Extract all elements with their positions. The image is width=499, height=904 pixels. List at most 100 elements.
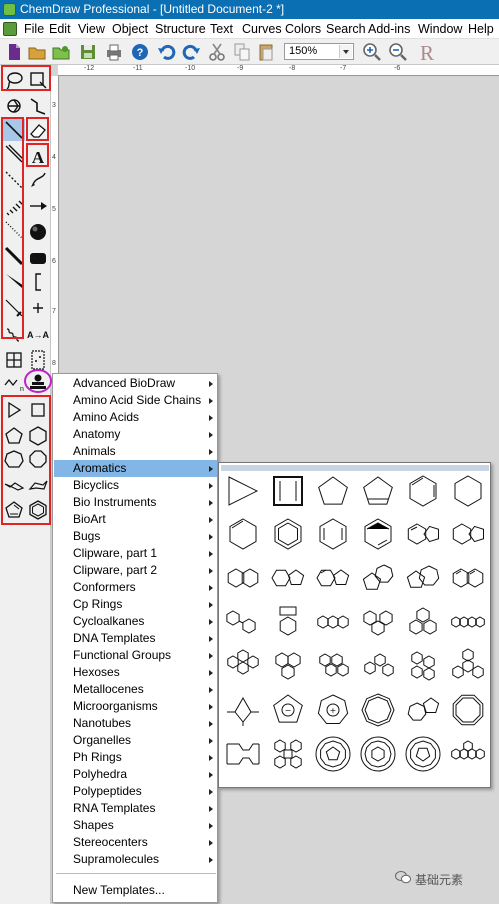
redo-icon[interactable] xyxy=(181,42,201,62)
eraser-icon[interactable] xyxy=(27,119,49,141)
dashed-bond-icon[interactable] xyxy=(3,169,25,191)
submenu-item-conformers[interactable]: Conformers xyxy=(54,579,217,596)
menu-curves[interactable]: Curves xyxy=(240,19,284,39)
aromatic-template-cell[interactable] xyxy=(403,602,443,642)
submenu-item-aromatics[interactable]: Aromatics xyxy=(54,460,217,477)
pen-tool-icon[interactable] xyxy=(27,169,49,191)
submenu-item-polyhedra[interactable]: Polyhedra xyxy=(54,766,217,783)
chain-tool-icon[interactable] xyxy=(27,95,49,117)
cyclohexane-chair-1-icon[interactable] xyxy=(3,475,25,497)
aromatic-template-cell[interactable] xyxy=(223,602,263,642)
open-templates-icon[interactable] xyxy=(51,42,71,62)
query-tool-icon[interactable]: n xyxy=(3,371,25,393)
aromatic-template-cell[interactable] xyxy=(358,690,398,730)
aromatic-template-cell[interactable] xyxy=(358,558,398,598)
submenu-item-bugs[interactable]: Bugs xyxy=(54,528,217,545)
submenu-item-advanced-biodraw[interactable]: Advanced BioDraw xyxy=(54,375,217,392)
aromatic-template-cell[interactable] xyxy=(448,690,488,730)
zoom-select[interactable]: 150% xyxy=(284,43,354,60)
drawing-elements-icon[interactable] xyxy=(27,247,49,269)
triangle-ring-icon[interactable] xyxy=(3,399,25,421)
aromatic-template-cell[interactable] xyxy=(268,471,308,511)
menu-structure[interactable]: Structure xyxy=(153,19,208,39)
marquee-icon[interactable] xyxy=(27,69,49,91)
submenu-item-clipware-1[interactable]: Clipware, part 1 xyxy=(54,545,217,562)
new-document-icon[interactable] xyxy=(4,42,24,62)
benzene-ring-icon[interactable] xyxy=(27,499,49,521)
submenu-item-dna-templates[interactable]: DNA Templates xyxy=(54,630,217,647)
menu-object[interactable]: Object xyxy=(110,19,150,39)
submenu-item-metallocenes[interactable]: Metallocenes xyxy=(54,681,217,698)
aromatic-template-cell[interactable] xyxy=(448,602,488,642)
submenu-item-hexoses[interactable]: Hexoses xyxy=(54,664,217,681)
submenu-item-ph-rings[interactable]: Ph Rings xyxy=(54,749,217,766)
zoom-in-icon[interactable] xyxy=(362,42,382,62)
submenu-item-cycloalkanes[interactable]: Cycloalkanes xyxy=(54,613,217,630)
chevron-down-icon[interactable] xyxy=(339,45,352,58)
submenu-item-organelles[interactable]: Organelles xyxy=(54,732,217,749)
aromatic-template-cell[interactable]: + xyxy=(313,690,353,730)
submenu-item-amino-acids[interactable]: Amino Acids xyxy=(54,409,217,426)
aromatic-template-cell[interactable] xyxy=(403,514,443,554)
menu-edit[interactable]: Edit xyxy=(47,19,73,39)
wavy-bond-icon[interactable] xyxy=(3,323,25,345)
chemdraw-r-icon[interactable]: R xyxy=(416,42,450,62)
copy-icon[interactable] xyxy=(232,42,252,62)
aromatic-template-cell[interactable] xyxy=(268,602,308,642)
octagon-ring-icon[interactable] xyxy=(27,449,49,471)
cyclopentadiene-icon[interactable] xyxy=(3,499,25,521)
aromatic-template-cell[interactable] xyxy=(358,471,398,511)
aromatic-template-cell[interactable] xyxy=(268,558,308,598)
menu-help[interactable]: Help xyxy=(466,19,496,39)
aromatic-template-cell[interactable] xyxy=(313,514,353,554)
submenu-item-microorganisms[interactable]: Microorganisms xyxy=(54,698,217,715)
document-menu-icon[interactable] xyxy=(3,22,17,36)
aromatic-template-cell[interactable] xyxy=(448,471,488,511)
hashed-bond-icon[interactable] xyxy=(3,195,25,217)
aromatic-template-cell[interactable] xyxy=(313,602,353,642)
menu-window[interactable]: Window xyxy=(416,19,464,39)
aromatic-template-cell[interactable] xyxy=(448,558,488,598)
aromatic-template-cell[interactable] xyxy=(403,471,443,511)
hashed-wedge-bond-icon[interactable] xyxy=(3,219,25,241)
submenu-item-bicyclics[interactable]: Bicyclics xyxy=(54,477,217,494)
aromatic-template-cell[interactable]: − xyxy=(268,690,308,730)
aromatic-template-cell[interactable] xyxy=(448,646,488,686)
tlc-plate-icon[interactable] xyxy=(27,349,49,371)
pentagon-ring-icon[interactable] xyxy=(3,425,25,447)
structure-perspective-icon[interactable] xyxy=(3,95,25,117)
text-format-icon[interactable]: A→A xyxy=(27,323,49,345)
zoom-out-icon[interactable] xyxy=(388,42,408,62)
submenu-item-polypeptides[interactable]: Polypeptides xyxy=(54,783,217,800)
aromatic-template-cell[interactable] xyxy=(313,471,353,511)
aromatic-template-cell[interactable] xyxy=(403,558,443,598)
cut-icon[interactable] xyxy=(207,42,227,62)
aromatic-template-cell[interactable] xyxy=(313,646,353,686)
arrow-tool-icon[interactable] xyxy=(27,195,49,217)
wedged-hashed-bond-icon[interactable] xyxy=(3,297,25,319)
submenu-item-bioart[interactable]: BioArt xyxy=(54,511,217,528)
menu-file[interactable]: File xyxy=(22,19,46,39)
aromatic-template-cell[interactable] xyxy=(403,646,443,686)
aromatic-template-cell[interactable] xyxy=(448,734,488,774)
menu-search[interactable]: Search xyxy=(324,19,368,39)
aromatic-template-cell[interactable] xyxy=(223,514,263,554)
submenu-item-nanotubes[interactable]: Nanotubes xyxy=(54,715,217,732)
submenu-item-amino-acid-side-chains[interactable]: Amino Acid Side Chains xyxy=(54,392,217,409)
aromatic-template-cell[interactable] xyxy=(403,690,443,730)
menu-colors[interactable]: Colors xyxy=(283,19,323,39)
aromatic-template-cell[interactable] xyxy=(268,734,308,774)
aromatic-template-cell[interactable] xyxy=(268,646,308,686)
aromatic-template-cell[interactable] xyxy=(358,646,398,686)
square-ring-icon[interactable] xyxy=(27,399,49,421)
aromatic-template-cell[interactable] xyxy=(223,646,263,686)
submenu-item-bio-instruments[interactable]: Bio Instruments xyxy=(54,494,217,511)
submenu-item-stereocenters[interactable]: Stereocenters xyxy=(54,834,217,851)
multiple-bonds-icon[interactable] xyxy=(3,143,25,165)
paste-icon[interactable] xyxy=(256,42,276,62)
submenu-item-functional-groups[interactable]: Functional Groups xyxy=(54,647,217,664)
menu-text[interactable]: Text xyxy=(208,19,235,39)
submenu-item-shapes[interactable]: Shapes xyxy=(54,817,217,834)
submenu-item-animals[interactable]: Animals xyxy=(54,443,217,460)
aromatic-template-cell[interactable] xyxy=(313,734,353,774)
